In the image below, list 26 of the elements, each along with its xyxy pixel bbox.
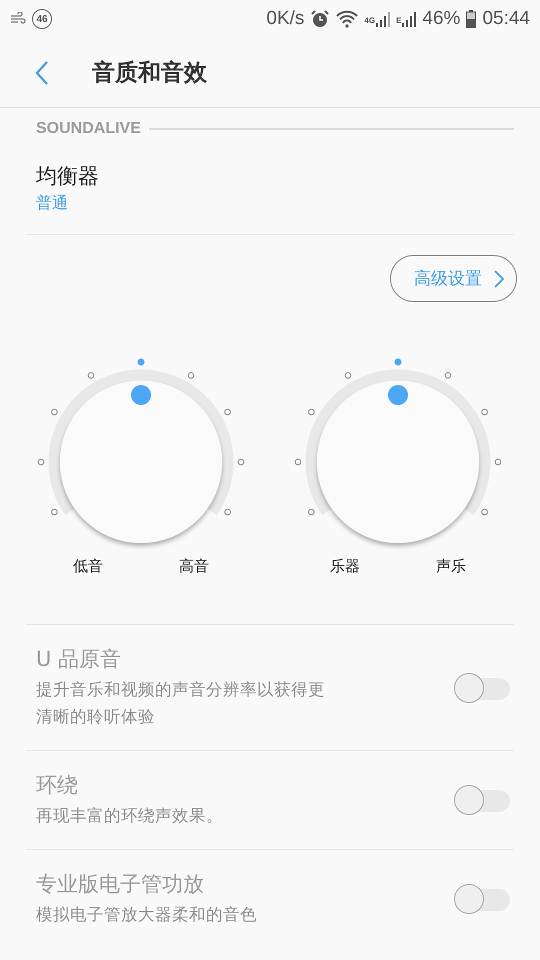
setting-description: 再现丰富的环绕声效果。 <box>36 805 224 827</box>
signal-icon <box>402 11 416 27</box>
network-speed: 0K/s <box>266 8 304 30</box>
wind-icon <box>10 12 26 26</box>
battery-percent: 46% <box>422 8 460 30</box>
chevron-right-icon <box>494 270 504 288</box>
knob-label: 高音 <box>179 557 209 576</box>
wifi-icon <box>336 10 358 28</box>
setting-description: 提升音乐和视频的声音分辨率以获得更清晰的聆听体验 <box>36 679 326 728</box>
section-header: SOUNDALIVE <box>36 120 141 138</box>
knob-label: 低音 <box>73 557 103 576</box>
setting-title: 环绕 <box>36 772 79 799</box>
page-title: 音质和音效 <box>92 59 207 88</box>
equalizer-item[interactable]: 均衡器 普通 <box>26 138 514 235</box>
network-type: 4G <box>364 16 376 25</box>
knob-label: 乐器 <box>330 557 360 576</box>
notification-badge: 46 <box>32 9 52 29</box>
signal-icon <box>376 11 390 27</box>
setting-title: U 品原音 <box>36 646 122 673</box>
clock-time: 05:44 <box>482 8 530 30</box>
alarm-icon <box>310 9 330 29</box>
knob-label: 声乐 <box>436 557 466 576</box>
network-type: E <box>396 16 402 25</box>
battery-icon <box>466 10 476 28</box>
setting-description: 模拟电子管放大器柔和的音色 <box>36 904 258 926</box>
setting-title: 专业版电子管功放 <box>36 871 205 898</box>
